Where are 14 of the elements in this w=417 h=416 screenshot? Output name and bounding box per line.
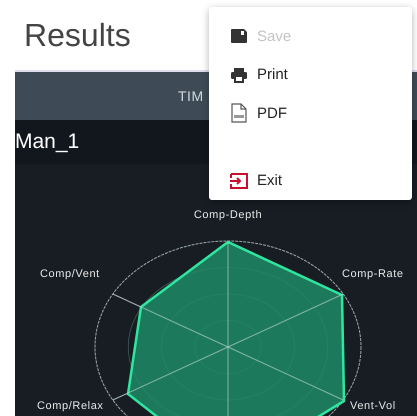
printer-icon [230, 66, 248, 83]
axis-label: Vent-Vol [350, 400, 396, 412]
pdf-file-icon [231, 103, 247, 124]
column-header: TIM [178, 88, 204, 104]
menu-item[interactable]: Exit [209, 162, 412, 200]
page-title: Results [24, 19, 131, 51]
axis-label: Comp-Depth [194, 209, 262, 221]
menu-item[interactable]: PDF [209, 94, 412, 132]
row-label: Man_1 [15, 130, 80, 154]
axis-label: Comp/Relax [37, 400, 104, 412]
exit-icon [230, 172, 248, 189]
axis-label: Comp/Vent [40, 268, 100, 280]
menu-item[interactable]: Print [209, 56, 412, 94]
axis-label: Comp-Rate [342, 268, 404, 280]
